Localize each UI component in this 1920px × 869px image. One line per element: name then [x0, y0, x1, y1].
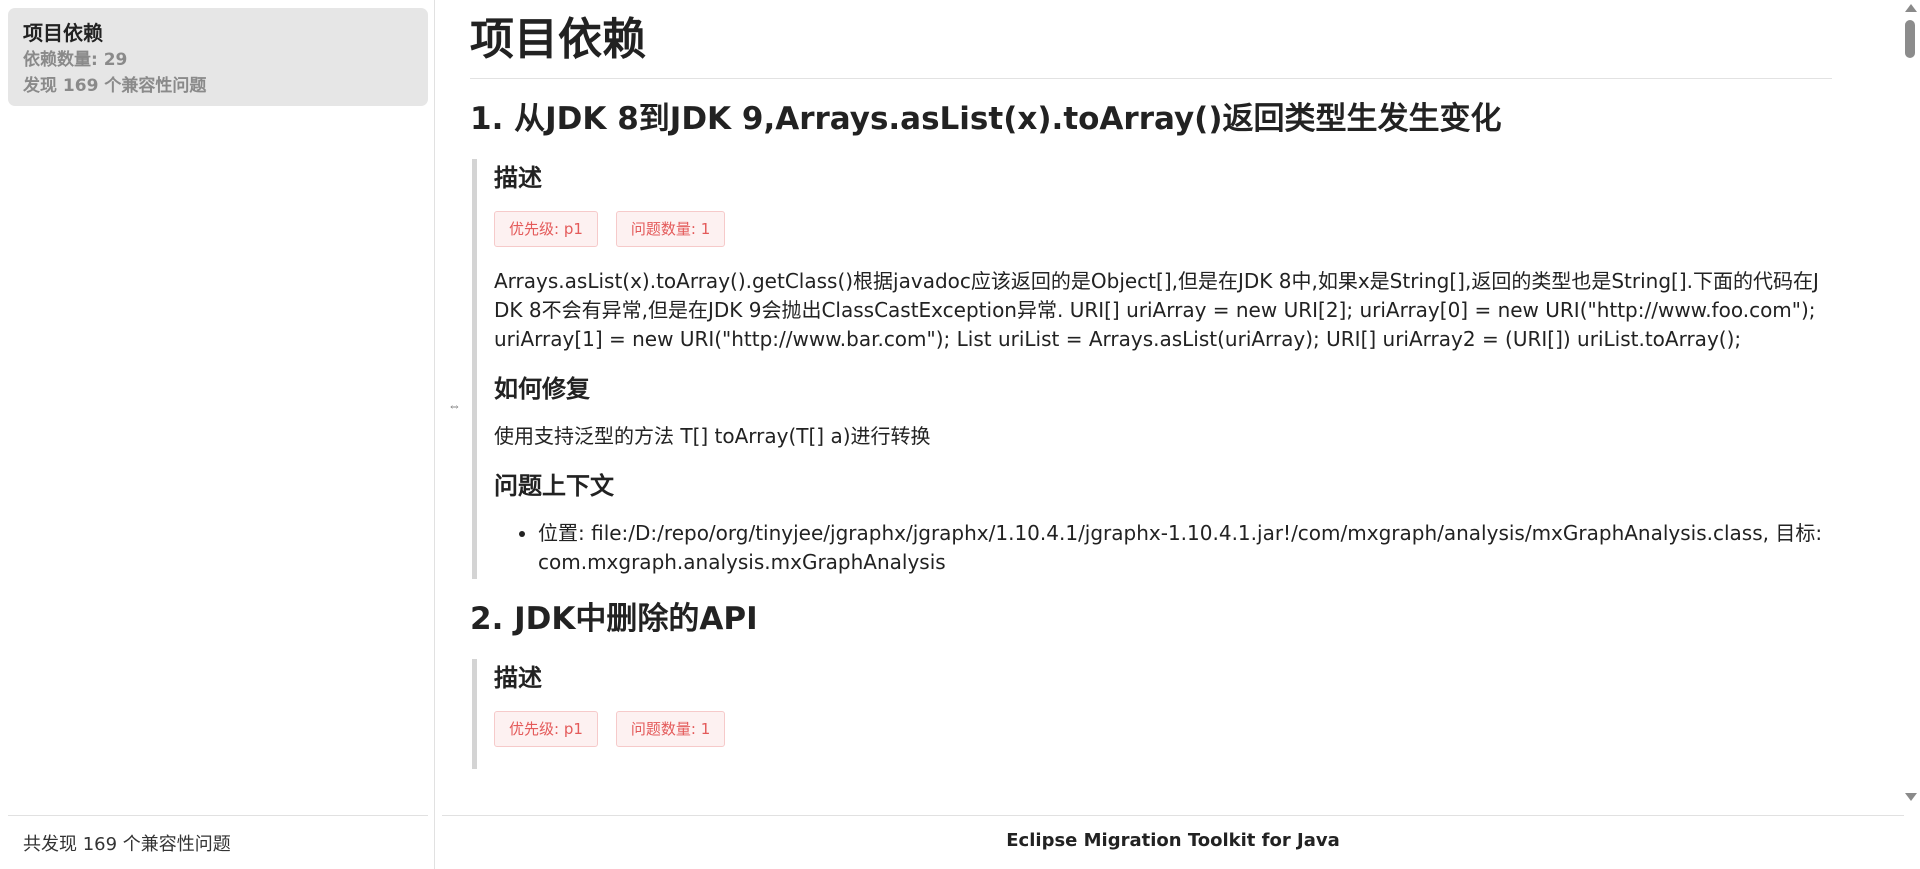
issue-count-badge: 问题数量: 1 — [615, 211, 726, 247]
description-heading: 描述 — [494, 164, 542, 192]
issues-found-count: 发现 169 个兼容性问题 — [23, 76, 207, 96]
scroll-up-arrow-icon[interactable] — [1905, 4, 1917, 12]
context-list: 位置: file:/D:/repo/org/tinyjee/jgraphx/jg… — [494, 519, 1832, 577]
badge-group: 优先级: p1 问题数量: 1 — [494, 211, 1832, 247]
app-window: 项目依赖 依赖数量: 29 发现 169 个兼容性问题 共发现 169 个兼容性… — [0, 0, 1920, 869]
scroll-thumb[interactable] — [1905, 20, 1915, 58]
description-heading: 描述 — [494, 664, 542, 692]
sidebar-item-title: 项目依赖 — [23, 21, 103, 45]
context-heading: 问题上下文 — [494, 472, 614, 500]
priority-badge: 优先级: p1 — [494, 211, 598, 247]
priority-badge: 优先级: p1 — [494, 711, 598, 747]
issue-title: 1. 从JDK 8到JDK 9,Arrays.asList(x).toArray… — [470, 101, 1502, 137]
issue-block: 描述 优先级: p1 问题数量: 1 — [472, 659, 1832, 769]
description-text: Arrays.asList(x).toArray().getClass()根据j… — [494, 269, 1819, 351]
context-item: 位置: file:/D:/repo/org/tinyjee/jgraphx/jg… — [538, 519, 1832, 577]
badge-group: 优先级: p1 问题数量: 1 — [494, 711, 1832, 747]
fix-text: 使用支持泛型的方法 T[] toArray(T[] a)进行转换 — [494, 424, 931, 448]
sidebar: 项目依赖 依赖数量: 29 发现 169 个兼容性问题 共发现 169 个兼容性… — [0, 0, 435, 869]
app-footer-title: Eclipse Migration Toolkit for Java — [442, 815, 1904, 869]
sidebar-footer-summary: 共发现 169 个兼容性问题 — [8, 815, 428, 856]
issue-title: 2. JDK中删除的API — [470, 601, 758, 637]
main-content[interactable]: 项目依赖 1. 从JDK 8到JDK 9,Arrays.asList(x).to… — [436, 0, 1896, 815]
scroll-down-arrow-icon[interactable] — [1905, 793, 1917, 801]
sidebar-item-project-dependencies[interactable]: 项目依赖 依赖数量: 29 发现 169 个兼容性问题 — [8, 8, 428, 106]
page-title: 项目依赖 — [470, 10, 1832, 79]
dependency-count: 依赖数量: 29 — [23, 50, 128, 70]
issue-block: 描述 优先级: p1 问题数量: 1 Arrays.asList(x).toAr… — [472, 159, 1832, 579]
vertical-scrollbar[interactable] — [1900, 0, 1920, 815]
issue-count-badge: 问题数量: 1 — [615, 711, 726, 747]
fix-heading: 如何修复 — [494, 375, 590, 403]
